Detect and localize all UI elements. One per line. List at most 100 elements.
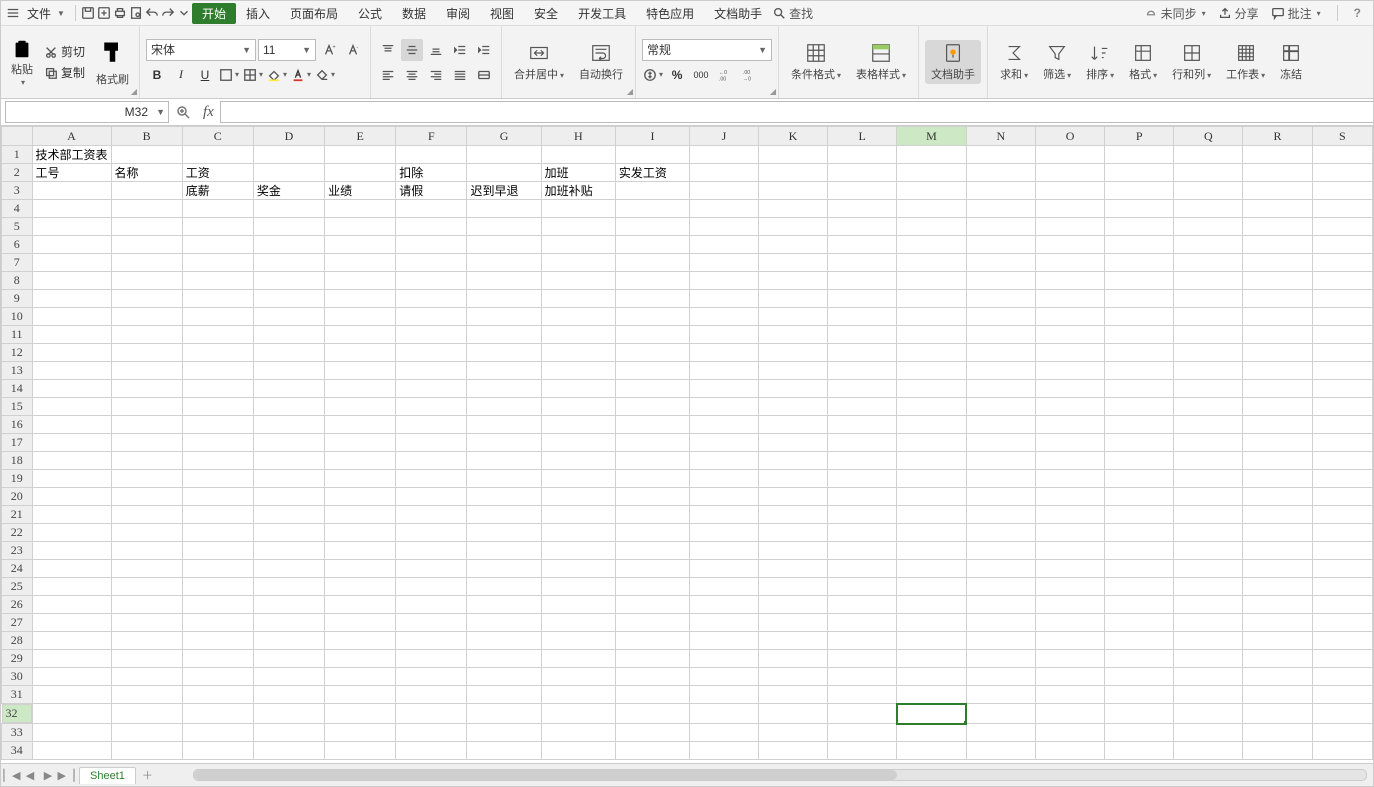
cell[interactable] xyxy=(396,632,467,650)
cell[interactable] xyxy=(615,290,689,308)
cell[interactable] xyxy=(32,452,111,470)
cell[interactable] xyxy=(1174,704,1243,724)
cell[interactable] xyxy=(758,668,827,686)
cell[interactable] xyxy=(325,686,396,704)
cell[interactable] xyxy=(615,650,689,668)
cell[interactable] xyxy=(966,650,1035,668)
tab-insert[interactable]: 插入 xyxy=(236,3,280,24)
cell[interactable] xyxy=(897,742,967,760)
sum-button[interactable]: 求和▾ xyxy=(994,40,1034,84)
cell[interactable] xyxy=(1312,506,1372,524)
cell[interactable] xyxy=(615,416,689,434)
cell[interactable] xyxy=(1243,686,1312,704)
cell[interactable] xyxy=(325,452,396,470)
file-menu[interactable]: 文件 ▼ xyxy=(21,3,71,24)
cell[interactable] xyxy=(615,542,689,560)
print-preview-icon[interactable] xyxy=(128,5,144,21)
cell[interactable] xyxy=(325,362,396,380)
cell[interactable] xyxy=(1035,452,1104,470)
cell[interactable] xyxy=(325,236,396,254)
cell[interactable] xyxy=(1312,578,1372,596)
cell[interactable] xyxy=(1243,704,1312,724)
cell[interactable] xyxy=(253,668,324,686)
cell[interactable] xyxy=(1243,200,1312,218)
cell[interactable] xyxy=(541,308,615,326)
cell[interactable] xyxy=(897,470,967,488)
cell[interactable] xyxy=(1105,506,1174,524)
cell[interactable] xyxy=(966,686,1035,704)
cell[interactable] xyxy=(1105,236,1174,254)
cell[interactable] xyxy=(396,542,467,560)
cell[interactable] xyxy=(758,326,827,344)
cell[interactable] xyxy=(758,218,827,236)
cell[interactable] xyxy=(253,596,324,614)
cell[interactable] xyxy=(1105,704,1174,724)
cell[interactable] xyxy=(1243,146,1312,164)
row-header[interactable]: 29 xyxy=(2,650,33,668)
cell[interactable] xyxy=(1312,326,1372,344)
cell[interactable] xyxy=(828,470,897,488)
cell[interactable] xyxy=(1035,578,1104,596)
cell[interactable] xyxy=(467,236,541,254)
cell[interactable] xyxy=(325,632,396,650)
cell[interactable] xyxy=(1105,416,1174,434)
tab-devtools[interactable]: 开发工具 xyxy=(568,3,636,24)
cell[interactable] xyxy=(1105,724,1174,742)
cell[interactable] xyxy=(828,614,897,632)
cell[interactable] xyxy=(897,632,967,650)
cell[interactable] xyxy=(111,416,182,434)
cell[interactable] xyxy=(828,488,897,506)
increase-indent-icon[interactable] xyxy=(473,39,495,61)
cell[interactable] xyxy=(690,434,759,452)
cell[interactable] xyxy=(615,596,689,614)
cell[interactable] xyxy=(541,290,615,308)
cell[interactable] xyxy=(1312,650,1372,668)
cell[interactable] xyxy=(467,650,541,668)
align-left-icon[interactable] xyxy=(377,64,399,86)
col-header[interactable]: B xyxy=(111,127,182,146)
cell[interactable] xyxy=(1243,272,1312,290)
cell[interactable] xyxy=(758,560,827,578)
cell[interactable] xyxy=(690,182,759,200)
cell[interactable] xyxy=(1312,416,1372,434)
add-sheet-icon[interactable]: ＋ xyxy=(142,767,153,783)
redo-icon[interactable] xyxy=(160,5,176,21)
cell[interactable] xyxy=(396,488,467,506)
cell[interactable] xyxy=(325,146,396,164)
cell[interactable] xyxy=(828,560,897,578)
cell[interactable] xyxy=(396,470,467,488)
cell[interactable] xyxy=(541,236,615,254)
cell[interactable] xyxy=(1035,308,1104,326)
align-middle-icon[interactable] xyxy=(401,39,423,61)
cell[interactable] xyxy=(1035,254,1104,272)
cell[interactable] xyxy=(690,614,759,632)
cell[interactable] xyxy=(541,704,615,724)
cell[interactable] xyxy=(615,308,689,326)
cell[interactable] xyxy=(325,506,396,524)
underline-icon[interactable]: U xyxy=(194,64,216,86)
cell[interactable] xyxy=(1174,578,1243,596)
cell[interactable]: 奖金 xyxy=(253,182,324,200)
cell[interactable] xyxy=(1312,290,1372,308)
cell[interactable] xyxy=(690,704,759,724)
cell[interactable] xyxy=(182,488,253,506)
row-header[interactable]: 19 xyxy=(2,470,33,488)
cell[interactable] xyxy=(467,254,541,272)
cell[interactable] xyxy=(396,146,467,164)
cell[interactable] xyxy=(111,742,182,760)
cell[interactable]: 业绩 xyxy=(325,182,396,200)
cell[interactable] xyxy=(690,632,759,650)
filter-button[interactable]: 筛选▾ xyxy=(1037,40,1077,84)
align-bottom-icon[interactable] xyxy=(425,39,447,61)
cell[interactable] xyxy=(396,326,467,344)
cell[interactable] xyxy=(1105,524,1174,542)
cell[interactable] xyxy=(111,218,182,236)
cell[interactable] xyxy=(1243,542,1312,560)
cell[interactable] xyxy=(615,272,689,290)
cell[interactable] xyxy=(111,182,182,200)
cell[interactable] xyxy=(690,742,759,760)
cell[interactable] xyxy=(541,254,615,272)
cell[interactable] xyxy=(758,506,827,524)
cell[interactable] xyxy=(1243,236,1312,254)
cell[interactable] xyxy=(758,272,827,290)
